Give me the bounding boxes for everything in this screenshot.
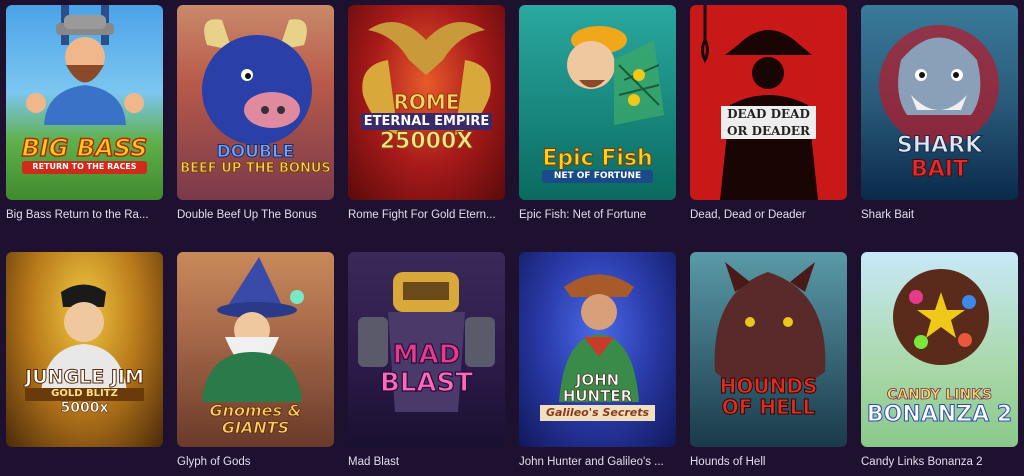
game-logo-title: BIG BASS <box>21 134 148 163</box>
game-tile-jungle-jim-gold-blitz[interactable]: JUNGLE JIM GOLD BLITZ 5000x <box>6 252 163 455</box>
game-thumbnail[interactable]: CANDY LINKS BONANZA 2 <box>861 252 1018 447</box>
game-title[interactable]: Dead, Dead or Deader <box>690 208 847 222</box>
game-logo-title: SHARK <box>896 133 983 159</box>
game-tile-candy-links-bonanza-2[interactable]: CANDY LINKS BONANZA 2 Candy Links Bonanz… <box>861 252 1018 469</box>
game-logo-title: Gnomes & GIANTS <box>209 400 302 437</box>
game-thumbnail[interactable]: JUNGLE JIM GOLD BLITZ 5000x <box>6 252 163 447</box>
game-thumbnail[interactable]: DEAD DEAD OR DEADER <box>690 5 847 200</box>
game-thumbnail[interactable]: ROME ETERNAL EMPIRE 25000X <box>348 5 505 200</box>
game-tile-rome-fight-for-gold[interactable]: ROME ETERNAL EMPIRE 25000X Rome Fight Fo… <box>348 5 505 222</box>
game-title[interactable]: Hounds of Hell <box>690 455 847 469</box>
game-thumbnail[interactable]: SHARK BAIT <box>861 5 1018 200</box>
game-logo-title: CANDY LINKS <box>886 387 993 404</box>
game-thumbnail[interactable]: BIG BASS RETURN TO THE RACES <box>6 5 163 200</box>
game-title[interactable]: John Hunter and Galileo's ... <box>519 455 676 469</box>
game-logo-subtitle: HUNTER <box>562 387 633 406</box>
game-tile-shark-bait[interactable]: SHARK BAIT Shark Bait <box>861 5 1018 222</box>
game-title[interactable]: Mad Blast <box>348 455 505 469</box>
game-logo-subtitle: BONANZA 2 <box>866 401 1013 427</box>
game-tile-double-beef[interactable]: DOUBLE BEEF UP THE BONUS Double Beef Up … <box>177 5 334 222</box>
explorer-artwork <box>41 284 127 392</box>
cowboy-artwork <box>701 5 818 200</box>
game-logo-subtitle: ETERNAL EMPIRE <box>360 112 493 131</box>
game-tile-john-hunter-galileo[interactable]: JOHN HUNTER Galileo's Secrets John Hunte… <box>519 252 676 469</box>
game-title[interactable]: Shark Bait <box>861 208 1018 222</box>
game-logo-subtitle: OR DEADER <box>721 122 816 140</box>
game-tile-hounds-of-hell[interactable]: HOUNDS OF HELL Hounds of Hell <box>690 252 847 469</box>
game-thumbnail[interactable]: Epic Fish NET OF FORTUNE <box>519 5 676 200</box>
game-logo-tagline: Galileo's Secrets <box>539 404 656 421</box>
game-title[interactable]: Candy Links Bonanza 2 <box>861 455 1018 469</box>
game-logo-title: HOUNDS <box>719 374 818 398</box>
game-thumbnail[interactable]: Gnomes & GIANTS <box>177 252 334 447</box>
game-tile-dead-dead-or-deader[interactable]: DEAD DEAD OR DEADER Dead, Dead or Deader <box>690 5 847 222</box>
game-logo-title: MAD <box>392 340 461 371</box>
game-tile-glyph-of-gods[interactable]: Gnomes & GIANTS Glyph of Gods <box>177 252 334 469</box>
game-tile-epic-fish[interactable]: Epic Fish NET OF FORTUNE Epic Fish: Net … <box>519 5 676 222</box>
game-thumbnail[interactable]: JOHN HUNTER Galileo's Secrets <box>519 252 676 447</box>
game-logo-subtitle: BEEF UP THE BONUS <box>180 161 331 177</box>
game-title[interactable]: Epic Fish: Net of Fortune <box>519 208 676 222</box>
game-thumbnail[interactable]: MAD BLAST <box>348 252 505 447</box>
game-title[interactable]: Rome Fight For Gold Etern... <box>348 208 505 222</box>
game-logo-multiplier: 25000X <box>379 129 474 155</box>
game-logo-subtitle: BAIT <box>910 156 968 182</box>
game-logo-title: DOUBLE <box>216 142 295 163</box>
game-logo-subtitle: GOLD BLITZ <box>25 388 144 401</box>
game-grid: BIG BASS RETURN TO THE RACES Big Bass Re… <box>0 0 1024 476</box>
game-logo-multiplier: 5000x <box>60 399 109 416</box>
game-thumbnail[interactable]: HOUNDS OF HELL <box>690 252 847 447</box>
game-tile-mad-blast[interactable]: MAD BLAST Mad Blast <box>348 252 505 469</box>
game-logo-subtitle: OF HELL <box>721 395 816 419</box>
game-title[interactable]: Glyph of Gods <box>177 455 334 469</box>
game-title[interactable]: Big Bass Return to the Ra... <box>6 208 163 222</box>
game-logo-subtitle: RETURN TO THE RACES <box>21 161 148 174</box>
game-logo-subtitle: BLAST <box>379 367 473 398</box>
game-title[interactable]: Double Beef Up The Bonus <box>177 208 334 222</box>
game-logo-title: ROME <box>393 89 460 114</box>
game-logo-title: JUNGLE JIM <box>25 366 145 389</box>
game-logo-subtitle: NET OF FORTUNE <box>542 169 653 184</box>
game-thumbnail[interactable]: DOUBLE BEEF UP THE BONUS <box>177 5 334 200</box>
game-logo-title: Epic Fish <box>542 145 653 171</box>
game-tile-big-bass-return[interactable]: BIG BASS RETURN TO THE RACES Big Bass Re… <box>6 5 163 222</box>
game-logo-title: DEAD DEAD <box>721 105 816 123</box>
